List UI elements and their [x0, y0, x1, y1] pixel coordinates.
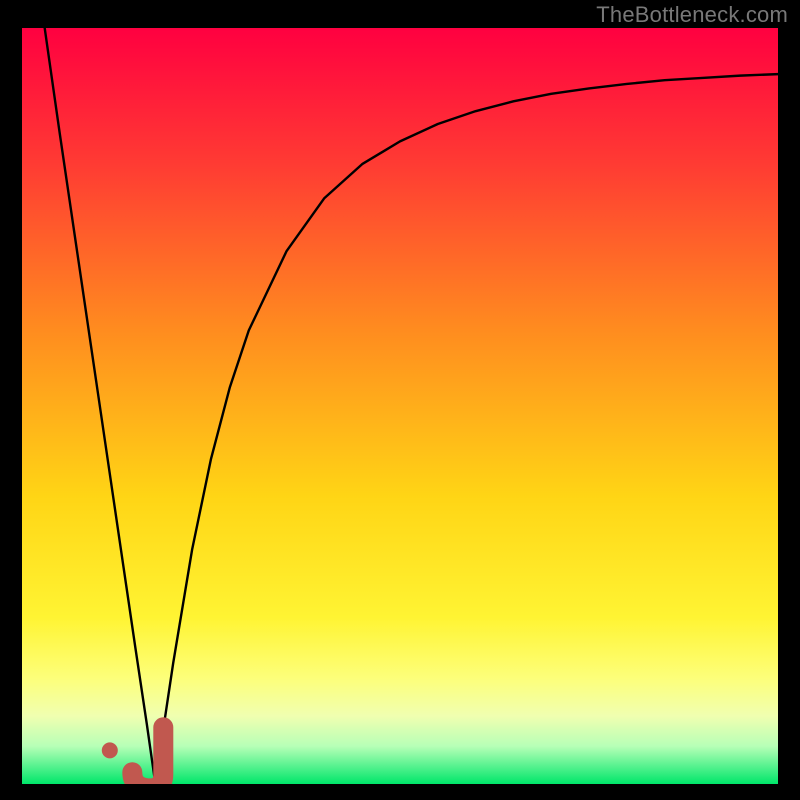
- chart-container: TheBottleneck.com: [0, 0, 800, 800]
- plot-area: [22, 28, 778, 784]
- watermark-text: TheBottleneck.com: [596, 2, 788, 28]
- marker-dot: [102, 742, 118, 758]
